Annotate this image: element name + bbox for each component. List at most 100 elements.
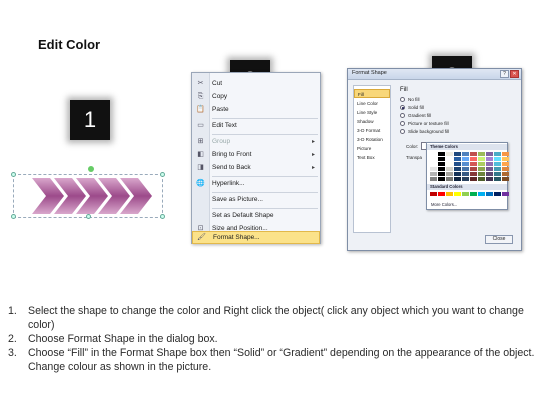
menu-item-bring-to-front[interactable]: ◧ Bring to Front ▸ <box>192 149 320 161</box>
theme-color-swatch[interactable] <box>470 172 477 176</box>
standard-color-swatch[interactable] <box>454 192 461 196</box>
theme-color-swatch[interactable] <box>446 167 453 171</box>
standard-color-swatch[interactable] <box>462 192 469 196</box>
radio-slide-background-fill[interactable]: Slide background fill <box>400 129 449 134</box>
theme-color-swatch[interactable] <box>486 162 493 166</box>
theme-color-swatch[interactable] <box>478 177 485 181</box>
theme-color-swatch[interactable] <box>470 177 477 181</box>
theme-color-swatch[interactable] <box>454 167 461 171</box>
menu-item-paste[interactable]: 📋 Paste <box>192 104 320 116</box>
theme-color-swatch[interactable] <box>478 162 485 166</box>
resize-handle[interactable] <box>160 172 165 177</box>
theme-color-swatch[interactable] <box>494 172 501 176</box>
theme-color-swatch[interactable] <box>502 162 509 166</box>
theme-color-swatch[interactable] <box>454 172 461 176</box>
theme-color-swatch[interactable] <box>494 167 501 171</box>
menu-item-edit-text[interactable]: ▭ Edit Text <box>192 120 320 132</box>
radio-picture-fill[interactable]: Picture or texture fill <box>400 121 449 126</box>
theme-color-swatch[interactable] <box>502 167 509 171</box>
resize-handle[interactable] <box>160 214 165 219</box>
theme-color-swatch[interactable] <box>470 157 477 161</box>
theme-color-swatch[interactable] <box>502 152 509 156</box>
theme-color-swatch[interactable] <box>446 172 453 176</box>
resize-handle[interactable] <box>11 172 16 177</box>
theme-color-swatch[interactable] <box>494 177 501 181</box>
theme-color-swatch[interactable] <box>454 157 461 161</box>
standard-color-swatch[interactable] <box>478 192 485 196</box>
dialog-titlebar[interactable]: Format Shape ? ✕ <box>348 69 521 80</box>
theme-color-swatch[interactable] <box>486 152 493 156</box>
theme-color-swatch[interactable] <box>462 167 469 171</box>
theme-color-swatch[interactable] <box>438 167 445 171</box>
theme-color-swatch[interactable] <box>486 167 493 171</box>
theme-color-swatch[interactable] <box>478 167 485 171</box>
theme-color-swatch[interactable] <box>486 177 493 181</box>
menu-item-set-default-shape[interactable]: Set as Default Shape <box>192 210 320 222</box>
nav-item-3d-format[interactable]: 3-D Format <box>354 126 390 135</box>
nav-item-line-style[interactable]: Line Style <box>354 108 390 117</box>
help-button[interactable]: ? <box>500 70 509 78</box>
theme-color-swatch[interactable] <box>438 172 445 176</box>
selected-chevron-shapes[interactable] <box>10 166 170 224</box>
nav-item-3d-rotation[interactable]: 3-D Rotation <box>354 135 390 144</box>
radio-gradient-fill[interactable]: Gradient fill <box>400 113 431 118</box>
nav-item-text-box[interactable]: Text Box <box>354 153 390 162</box>
theme-color-swatch[interactable] <box>430 167 437 171</box>
theme-color-swatch[interactable] <box>478 152 485 156</box>
theme-color-swatch[interactable] <box>446 177 453 181</box>
radio-button[interactable] <box>400 121 405 126</box>
standard-color-swatch[interactable] <box>470 192 477 196</box>
menu-item-send-to-back[interactable]: ◨ Send to Back ▸ <box>192 162 320 174</box>
standard-color-swatch[interactable] <box>430 192 437 196</box>
standard-color-swatch[interactable] <box>494 192 501 196</box>
nav-item-picture[interactable]: Picture <box>354 144 390 153</box>
theme-color-swatch[interactable] <box>438 152 445 156</box>
theme-color-swatch[interactable] <box>438 162 445 166</box>
theme-color-swatch[interactable] <box>454 177 461 181</box>
theme-color-swatch[interactable] <box>430 152 437 156</box>
theme-color-swatch[interactable] <box>454 152 461 156</box>
menu-item-group[interactable]: ⊞ Group ▸ <box>192 136 320 148</box>
theme-color-swatch[interactable] <box>478 172 485 176</box>
menu-item-format-shape[interactable]: 🖌 Format Shape... <box>192 231 320 244</box>
theme-color-swatch[interactable] <box>470 167 477 171</box>
radio-button[interactable] <box>400 113 405 118</box>
resize-handle[interactable] <box>86 214 91 219</box>
more-colors-link[interactable]: More Colors... <box>431 202 457 207</box>
theme-color-swatch[interactable] <box>486 157 493 161</box>
theme-color-swatch[interactable] <box>502 177 509 181</box>
menu-item-cut[interactable]: ✂ Cut <box>192 78 320 90</box>
theme-color-swatch[interactable] <box>430 177 437 181</box>
theme-color-swatch[interactable] <box>502 172 509 176</box>
theme-color-swatch[interactable] <box>454 162 461 166</box>
theme-color-swatch[interactable] <box>462 162 469 166</box>
theme-color-swatch[interactable] <box>462 177 469 181</box>
radio-button[interactable] <box>400 97 405 102</box>
theme-color-swatch[interactable] <box>470 152 477 156</box>
theme-color-swatch[interactable] <box>494 157 501 161</box>
radio-no-fill[interactable]: No fill <box>400 97 420 102</box>
theme-color-swatch[interactable] <box>470 162 477 166</box>
theme-color-swatch[interactable] <box>446 157 453 161</box>
resize-handle[interactable] <box>11 214 16 219</box>
theme-color-swatch[interactable] <box>462 157 469 161</box>
theme-color-swatch[interactable] <box>502 157 509 161</box>
menu-item-hyperlink[interactable]: 🌐 Hyperlink... <box>192 178 320 190</box>
theme-color-swatch[interactable] <box>438 157 445 161</box>
radio-solid-fill[interactable]: Solid fill <box>400 105 424 110</box>
nav-item-line-color[interactable]: Line Color <box>354 99 390 108</box>
menu-item-copy[interactable]: ⎘ Copy <box>192 91 320 103</box>
theme-color-swatch[interactable] <box>430 162 437 166</box>
standard-color-swatch[interactable] <box>486 192 493 196</box>
theme-color-swatch[interactable] <box>446 162 453 166</box>
close-x-icon[interactable]: ✕ <box>510 70 519 78</box>
theme-color-swatch[interactable] <box>494 162 501 166</box>
menu-item-save-as-picture[interactable]: Save as Picture... <box>192 194 320 206</box>
theme-color-swatch[interactable] <box>446 152 453 156</box>
theme-color-swatch[interactable] <box>430 157 437 161</box>
rotate-handle[interactable] <box>88 166 94 172</box>
standard-color-swatch[interactable] <box>438 192 445 196</box>
theme-color-swatch[interactable] <box>430 172 437 176</box>
theme-color-swatch[interactable] <box>438 177 445 181</box>
theme-color-swatch[interactable] <box>486 172 493 176</box>
